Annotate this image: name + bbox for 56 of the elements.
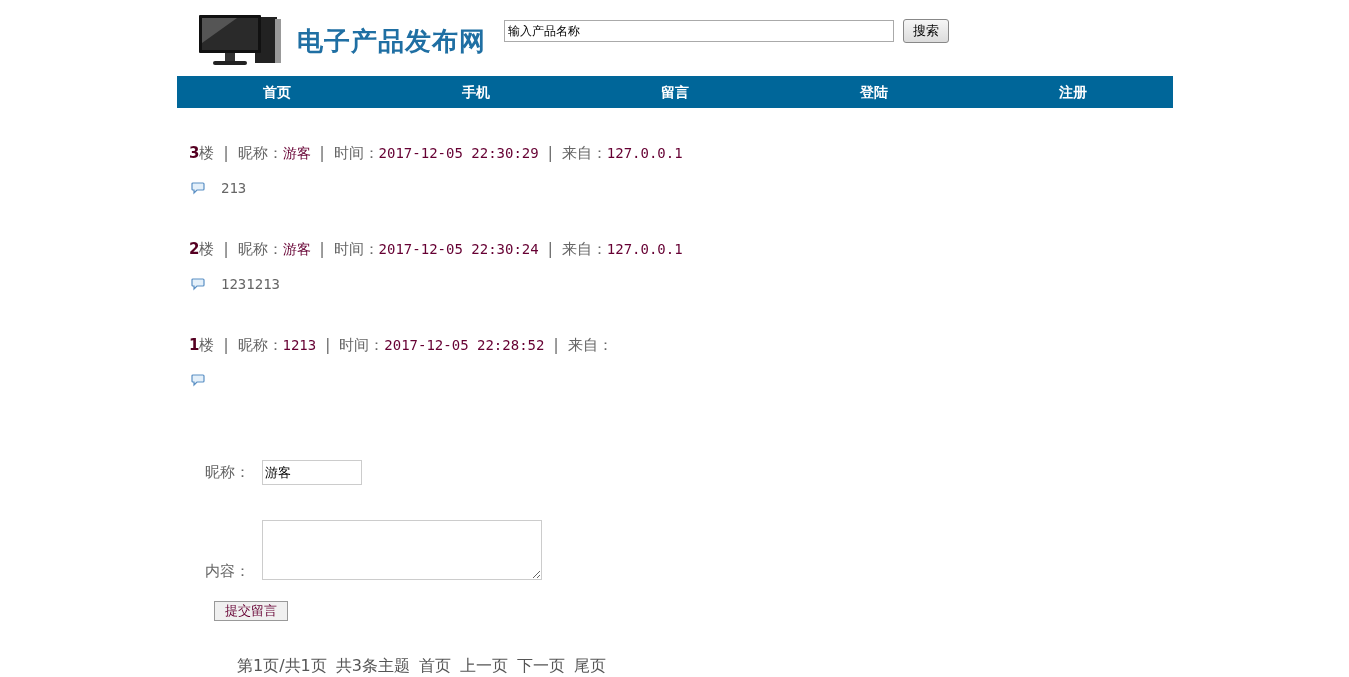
nav-link[interactable]: 留言 xyxy=(575,76,775,108)
nav-link[interactable]: 登陆 xyxy=(774,76,974,108)
separator-text: | xyxy=(319,143,325,164)
post-label: 时间： xyxy=(339,335,385,356)
post-value: 127.0.0.1 xyxy=(606,240,683,259)
post-value: 游客 xyxy=(282,144,311,163)
post-label: 来自： xyxy=(561,239,607,260)
separator-text: | xyxy=(223,239,229,260)
separator-text: | xyxy=(547,239,553,260)
search-button[interactable]: 搜索 xyxy=(903,19,949,43)
submit-button[interactable]: 提交留言 xyxy=(214,601,288,621)
post-label: 来自： xyxy=(561,143,607,164)
post-value: 2017-12-05 22:30:24 xyxy=(378,240,539,259)
post-label: 楼 xyxy=(199,239,215,260)
pager-text: 首页 xyxy=(418,655,451,677)
nickname-label: 昵称： xyxy=(205,462,251,484)
content-label: 内容： xyxy=(205,562,251,580)
post-value: 游客 xyxy=(282,240,311,259)
content-field[interactable] xyxy=(262,520,542,580)
post-value: 1213 xyxy=(282,336,317,355)
separator-text: | xyxy=(547,143,553,164)
floor-number: 2 xyxy=(189,239,200,260)
nickname-field[interactable]: 游客 xyxy=(262,460,362,485)
post-label: 楼 xyxy=(199,143,215,164)
post-label: 昵称： xyxy=(237,239,283,260)
site-logo-text: 电子产品发布网 xyxy=(297,25,486,58)
post-value: 2017-12-05 22:28:52 xyxy=(384,336,545,355)
post-label: 来自： xyxy=(567,335,613,356)
separator-text: | xyxy=(319,239,325,260)
separator-text: | xyxy=(223,335,229,356)
pager-text: 上一页 xyxy=(459,655,508,677)
pager-text: 下一页 xyxy=(516,655,565,677)
post-value: 127.0.0.1 xyxy=(606,144,683,163)
pager-text: 第1页/共1页 xyxy=(237,655,327,677)
post-label: 昵称： xyxy=(237,335,283,356)
post-label: 楼 xyxy=(199,335,215,356)
floor-number: 3 xyxy=(189,143,200,164)
nav-link[interactable]: 注册 xyxy=(973,76,1173,108)
separator-text: | xyxy=(223,143,229,164)
floor-number: 1 xyxy=(189,335,200,356)
speech-bubble-icon xyxy=(191,277,205,291)
separator-text: | xyxy=(325,335,331,356)
nav-link[interactable]: 手机 xyxy=(376,76,576,108)
speech-bubble-icon xyxy=(191,373,205,387)
separator-text: | xyxy=(553,335,559,356)
post-content: 213 xyxy=(221,178,247,198)
nav-link[interactable]: 首页 xyxy=(177,76,377,108)
post-content: 1231213 xyxy=(221,274,280,294)
post-label: 时间： xyxy=(333,239,379,260)
speech-bubble-icon xyxy=(191,181,205,195)
pager-text: 共3条主题 xyxy=(335,655,410,677)
post-value: 2017-12-05 22:30:29 xyxy=(378,144,539,163)
post-label: 昵称： xyxy=(237,143,283,164)
search-field[interactable]: 输入产品名称 xyxy=(504,20,894,42)
post-label: 时间： xyxy=(333,143,379,164)
pager-text: 尾页 xyxy=(573,655,606,677)
